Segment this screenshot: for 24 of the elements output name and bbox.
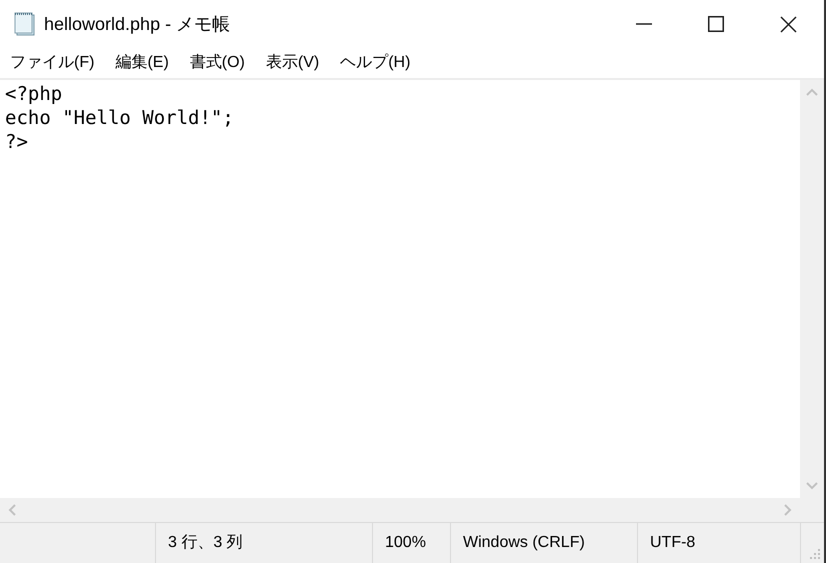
menu-item[interactable]: 編集(E) xyxy=(115,51,169,75)
code-line: ?> xyxy=(5,130,28,154)
menu-item[interactable]: 書式(O) xyxy=(190,51,245,75)
status-text: 3 行、3 列 xyxy=(168,533,243,553)
scroll-up-icon xyxy=(806,88,818,96)
menu-item[interactable]: 表示(V) xyxy=(266,51,320,75)
scroll-down-icon xyxy=(806,482,818,490)
scroll-right-icon xyxy=(784,504,792,516)
code-line: echo "Hello World!"; xyxy=(5,106,234,130)
maximize-icon xyxy=(708,16,724,32)
status-text: 100% xyxy=(385,533,426,553)
close-icon xyxy=(780,16,796,32)
scroll-left-icon xyxy=(8,504,16,516)
status-text: Windows (CRLF) xyxy=(463,533,585,553)
resize-grip-icon[interactable] xyxy=(809,548,821,560)
status-text: UTF-8 xyxy=(650,533,696,553)
vertical-scrollbar[interactable] xyxy=(800,80,824,498)
window-title: helloworld.php - メモ帳 xyxy=(44,12,230,36)
horizontal-scrollbar[interactable] xyxy=(0,498,800,522)
notepad-icon xyxy=(14,12,36,36)
minimize-icon xyxy=(636,23,652,25)
code-line: <?php xyxy=(5,82,62,106)
menu-item[interactable]: ファイル(F) xyxy=(10,51,94,75)
menu-item[interactable]: ヘルプ(H) xyxy=(340,51,410,75)
